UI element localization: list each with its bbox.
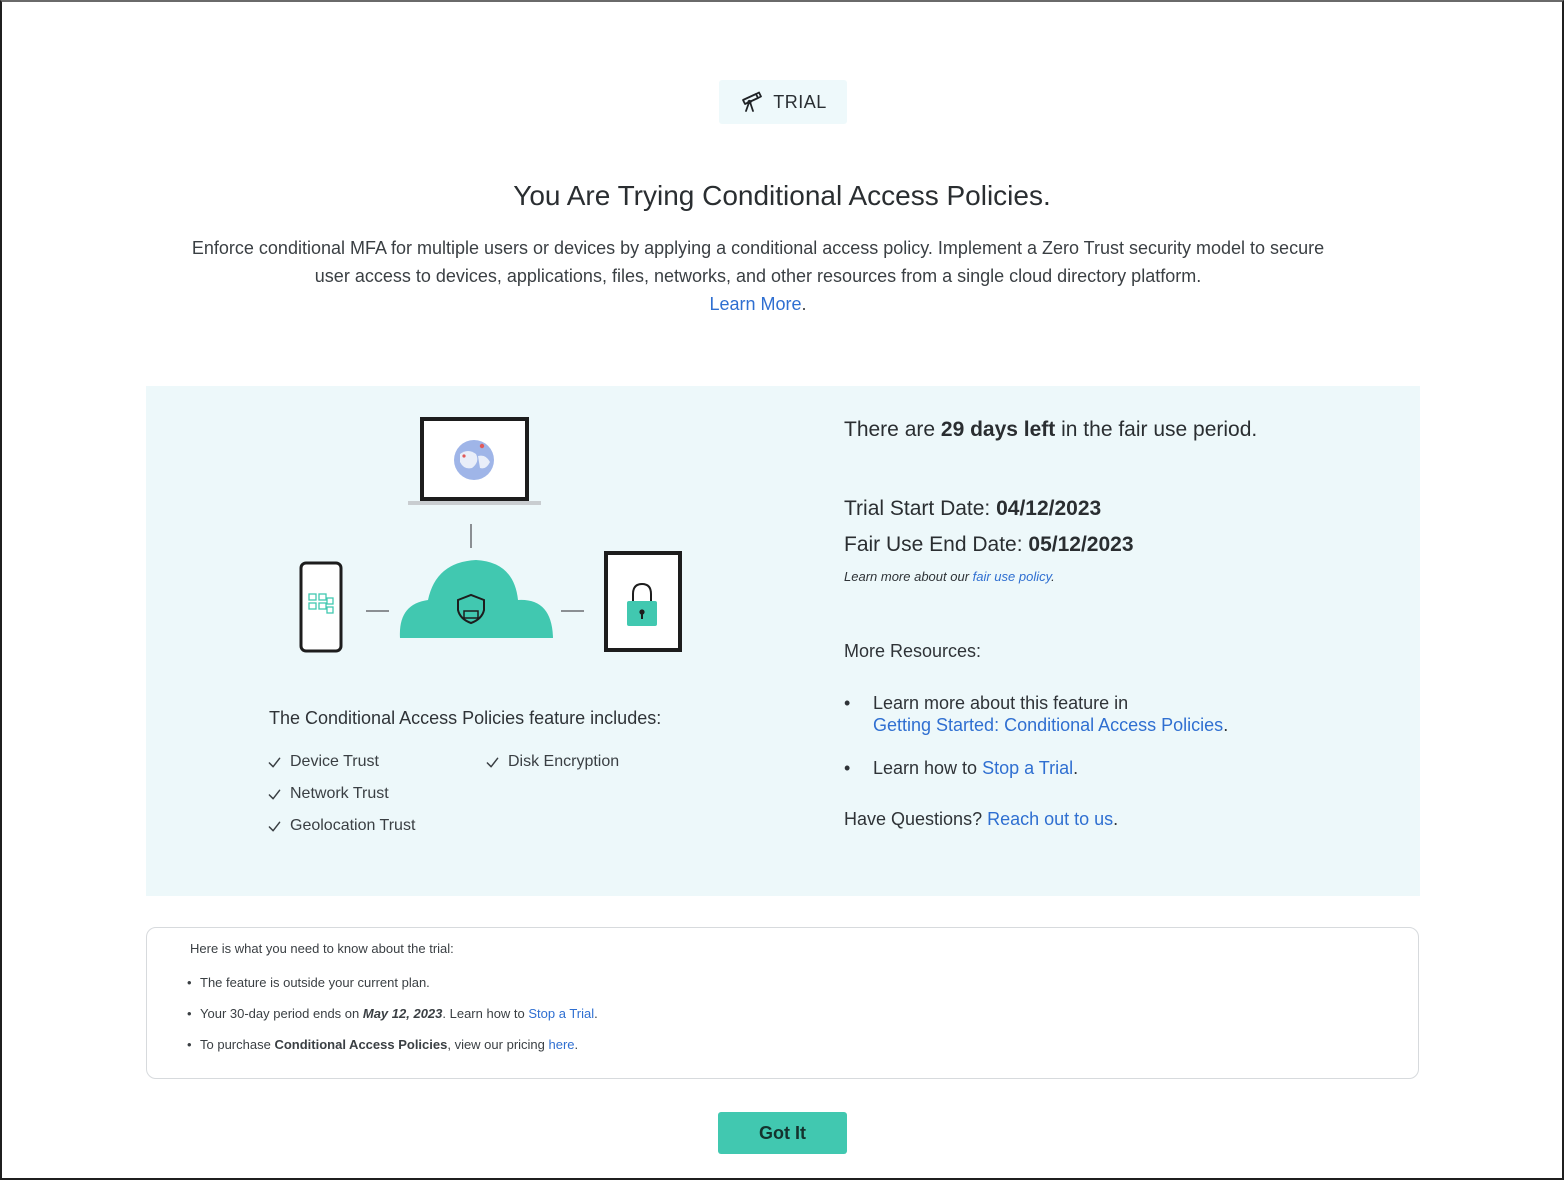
intro-text: Enforce conditional MFA for multiple use… — [180, 234, 1336, 318]
notice-period-mid: . Learn how to — [442, 1006, 529, 1021]
feature-item: Disk Encryption — [486, 746, 619, 778]
start-date-value: 04/12/2023 — [996, 497, 1102, 520]
feature-label: Geolocation Trust — [290, 817, 416, 834]
intro-body: Enforce conditional MFA for multiple use… — [191, 238, 1325, 286]
trial-badge-label: TRIAL — [773, 91, 827, 112]
cloud-shield-icon — [399, 560, 553, 638]
questions-line: Have Questions? Reach out to us. — [844, 809, 1118, 830]
fair-note-prefix: Learn more about our — [844, 569, 973, 584]
stop-trial-link[interactable]: Stop a Trial — [982, 758, 1073, 778]
feature-label: Network Trust — [290, 785, 389, 802]
checkmark-icon — [486, 757, 499, 767]
getting-started-link[interactable]: Getting Started: Conditional Access Poli… — [873, 715, 1223, 735]
page-title: You Are Trying Conditional Access Polici… — [513, 180, 1051, 211]
laptop-icon — [408, 417, 541, 505]
notice-period-end: . — [594, 1006, 598, 1021]
checkmark-icon — [268, 821, 281, 831]
resource-item-stop-trial: Learn how to Stop a Trial. — [844, 757, 1313, 779]
notice-item-plan: The feature is outside your current plan… — [185, 972, 598, 1003]
pricing-here-link[interactable]: here — [549, 1037, 575, 1052]
resource-item2-text: Learn how to — [873, 758, 983, 778]
resource-item-getting-started: Learn more about this feature in Getting… — [844, 692, 1313, 736]
trial-notice-list: The feature is outside your current plan… — [185, 972, 598, 1065]
trial-badge: TRIAL — [719, 80, 847, 124]
notice-purchase-end: . — [574, 1037, 579, 1052]
trial-notice-box: Here is what you need to know about the … — [146, 927, 1419, 1079]
notice-item-purchase: To purchase Conditional Access Policies,… — [185, 1034, 598, 1065]
end-date-value: 05/12/2023 — [1028, 533, 1134, 556]
notice-plan-text: The feature is outside your current plan… — [200, 975, 430, 990]
features-list-right: Disk Encryption — [486, 746, 619, 778]
fair-use-policy-link[interactable]: fair use policy — [973, 569, 1052, 584]
intro-learn-line: Learn More. — [180, 290, 1336, 318]
notice-purchase-prefix: To purchase — [200, 1037, 275, 1052]
feature-item: Geolocation Trust — [268, 810, 415, 842]
questions-text: Have Questions? — [844, 809, 988, 829]
checkmark-icon — [268, 757, 281, 767]
telescope-icon — [742, 91, 763, 112]
got-it-button[interactable]: Got It — [718, 1112, 847, 1154]
resource-item1-text: Learn more about this feature in — [873, 693, 1129, 713]
fair-use-end-date: Fair Use End Date: 05/12/2023 — [844, 533, 1134, 557]
start-date-label: Trial Start Date: — [844, 497, 997, 520]
notice-stop-trial-link[interactable]: Stop a Trial — [528, 1006, 594, 1021]
fair-note-period: . — [1051, 569, 1055, 584]
features-title: The Conditional Access Policies feature … — [269, 708, 662, 728]
notice-purchase-mid: , view our pricing — [447, 1037, 549, 1052]
resource-item1-period: . — [1223, 715, 1229, 735]
feature-label: Device Trust — [290, 753, 379, 770]
features-list-left: Device Trust Network Trust Geolocation Tru… — [268, 746, 415, 842]
days-left-value: 29 days left — [940, 418, 1056, 441]
checkmark-icon — [268, 789, 281, 799]
days-left-text: There are 29 days left in the fair use p… — [844, 418, 1257, 442]
devices-cloud-illustration — [299, 417, 682, 653]
trial-notice-heading: Here is what you need to know about the … — [190, 941, 454, 956]
notice-period-prefix: Your 30-day period ends on — [200, 1006, 363, 1021]
notice-product-name: Conditional Access Policies — [274, 1037, 448, 1052]
notice-end-date: May 12, 2023 — [362, 1006, 443, 1021]
learn-more-link[interactable]: Learn More — [709, 294, 801, 314]
notice-item-period: Your 30-day period ends on May 12, 2023.… — [185, 1003, 598, 1034]
reach-out-link[interactable]: Reach out to us — [987, 809, 1113, 829]
trial-start-date: Trial Start Date: 04/12/2023 — [844, 497, 1101, 521]
phone-icon — [299, 561, 343, 653]
feature-label: Disk Encryption — [508, 753, 620, 770]
end-date-label: Fair Use End Date: — [844, 533, 1029, 556]
resource-item2-period: . — [1073, 758, 1079, 778]
feature-item: Device Trust — [268, 746, 415, 778]
questions-period: . — [1113, 809, 1119, 829]
feature-item: Network Trust — [268, 778, 415, 810]
tablet-lock-icon — [604, 551, 682, 652]
learn-more-period: . — [801, 294, 807, 314]
days-suffix: in the fair use period. — [1055, 418, 1258, 441]
days-prefix: There are — [844, 418, 941, 441]
more-resources-heading: More Resources: — [844, 641, 982, 661]
fair-use-note: Learn more about our fair use policy. — [844, 569, 1055, 584]
